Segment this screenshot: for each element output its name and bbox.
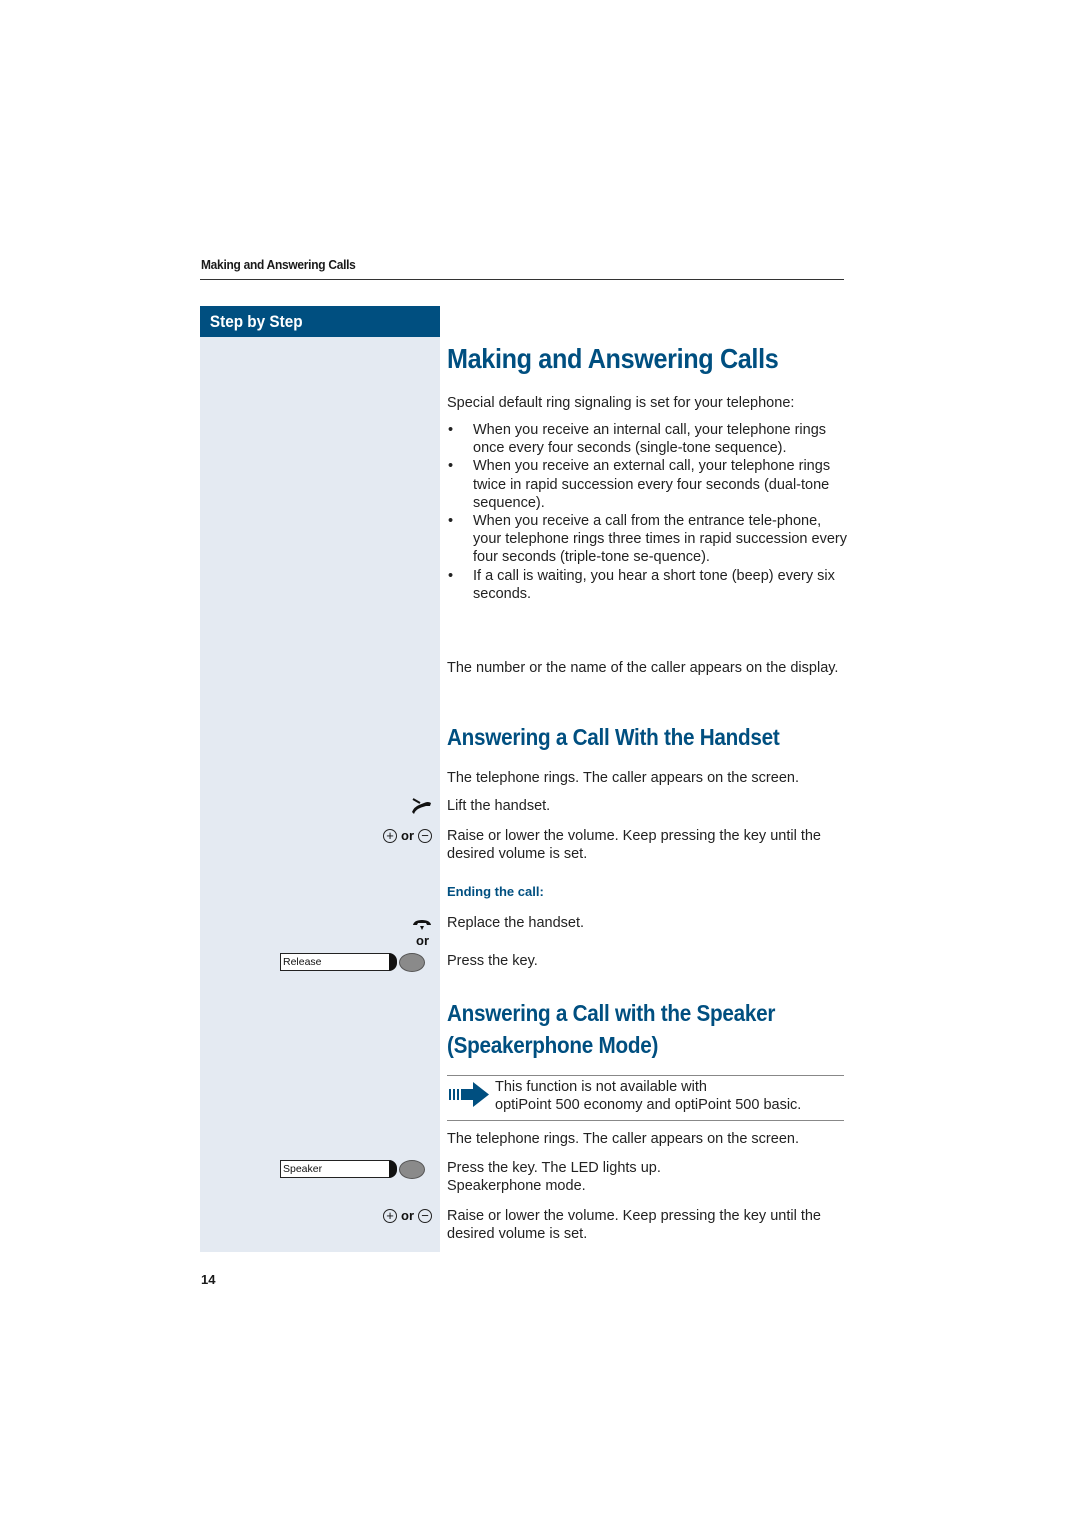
- step-lift-handset: Lift the handset.: [447, 798, 551, 814]
- volume-keys: + or −: [383, 828, 432, 843]
- ring-signal-list: When you receive an internal call, your …: [447, 421, 847, 603]
- handset-intro: The telephone rings. The caller appears …: [447, 770, 799, 786]
- step-replace-handset: Replace the handset.: [447, 915, 585, 931]
- plus-key-icon[interactable]: +: [383, 828, 397, 843]
- page-number: 14: [201, 1272, 216, 1287]
- section-title-handset: Answering a Call With the Handset: [447, 724, 780, 750]
- section-title-speaker-line1: Answering a Call with the Speaker: [447, 1000, 776, 1026]
- intro-text: Special default ring signaling is set fo…: [447, 395, 795, 411]
- release-key[interactable]: Release: [280, 952, 425, 972]
- minus-key-icon[interactable]: −: [418, 1208, 432, 1223]
- step-press-release: Press the key.: [447, 953, 538, 969]
- step-by-step-sidebar: [200, 306, 440, 1252]
- speaker-key-label: Speaker: [280, 1160, 389, 1178]
- speaker-key[interactable]: Speaker: [280, 1159, 425, 1179]
- ending-call-heading: Ending the call:: [447, 884, 544, 899]
- list-item: When you receive a call from the entranc…: [447, 512, 847, 567]
- note-bottom-divider: [447, 1120, 844, 1121]
- or-label: or: [401, 828, 414, 843]
- note-top-divider: [447, 1075, 844, 1076]
- header-divider: [200, 279, 844, 280]
- sidebar-header-label: Step by Step: [209, 312, 303, 331]
- lift-handset-icon: [410, 797, 432, 820]
- key-cap: [389, 953, 397, 971]
- key-button-icon[interactable]: [399, 1159, 425, 1179]
- sidebar-header: Step by Step: [200, 306, 440, 337]
- list-item: When you receive an internal call, your …: [447, 421, 847, 457]
- step-press-speaker: Press the key. The LED lights up. Speake…: [447, 1160, 661, 1195]
- note-line-2: optiPoint 500 economy and optiPoint 500 …: [495, 1097, 802, 1113]
- running-head: Making and Answering Calls: [201, 257, 356, 272]
- or-label: or: [401, 1208, 414, 1223]
- release-key-label: Release: [280, 953, 389, 971]
- speaker-intro: The telephone rings. The caller appears …: [447, 1131, 799, 1147]
- minus-key-icon[interactable]: −: [418, 828, 432, 843]
- key-button-icon[interactable]: [399, 952, 425, 972]
- or-label: or: [416, 933, 429, 948]
- note-line-1: This function is not available with: [495, 1079, 707, 1095]
- caller-note: The number or the name of the caller app…: [447, 660, 839, 676]
- list-item: If a call is waiting, you hear a short t…: [447, 567, 847, 603]
- step-volume-speaker: Raise or lower the volume. Keep pressing…: [447, 1208, 821, 1243]
- note-arrow-icon: [448, 1081, 490, 1113]
- key-cap: [389, 1160, 397, 1178]
- step-volume: Raise or lower the volume. Keep pressing…: [447, 828, 821, 863]
- volume-keys: + or −: [383, 1208, 432, 1223]
- list-item: When you receive an external call, your …: [447, 457, 847, 512]
- plus-key-icon[interactable]: +: [383, 1208, 397, 1223]
- section-title-speaker-line2: (Speakerphone Mode): [447, 1032, 659, 1058]
- page-title: Making and Answering Calls: [447, 343, 779, 374]
